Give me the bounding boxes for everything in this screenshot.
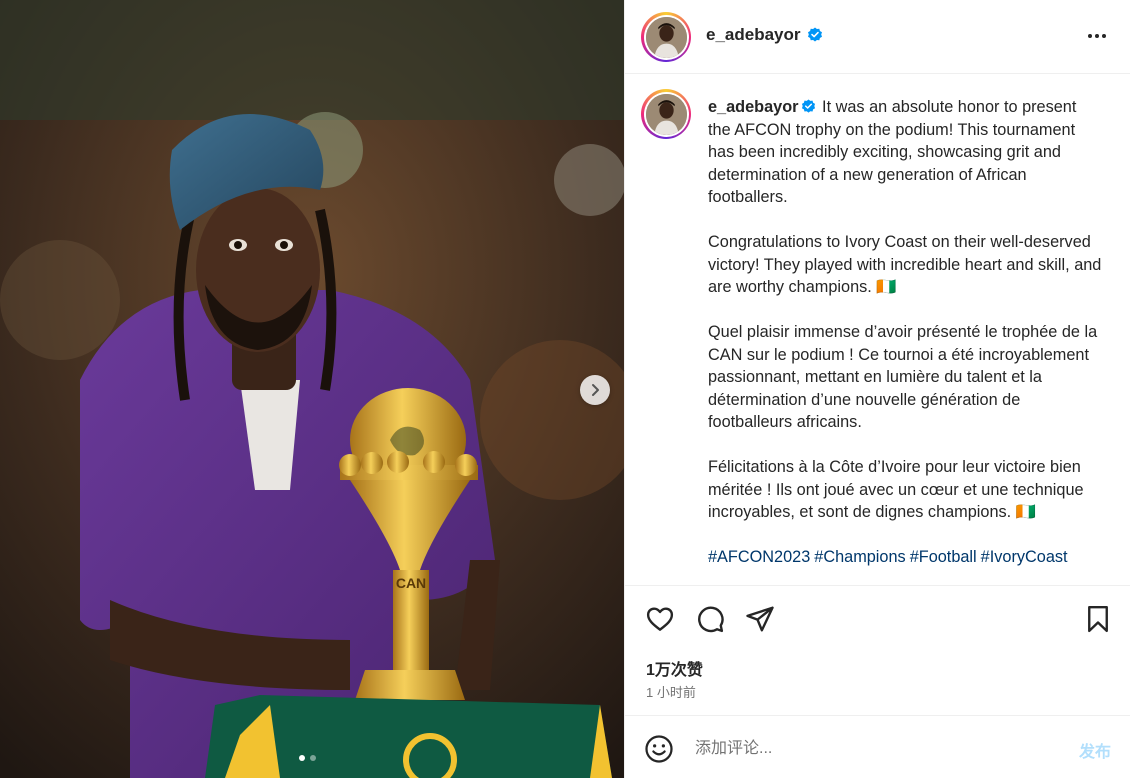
hashtag-list: #AFCON2023 #Champions #Football #IvoryCoast <box>708 546 1103 569</box>
like-count[interactable]: 1万次赞 <box>646 656 703 680</box>
caption-text: e_adebayor It was an absolute honor to p… <box>708 96 1103 569</box>
header-avatar[interactable] <box>641 12 691 62</box>
post-header: e_adebayor <box>625 0 1130 74</box>
bookmark-icon[interactable] <box>1083 604 1113 634</box>
paper-plane-icon[interactable] <box>745 604 775 634</box>
hashtag-link[interactable]: #Football <box>910 548 977 566</box>
caption-paragraph-4: Félicitations à la Côte d’Ivoire pour le… <box>708 458 1089 521</box>
carousel-dot-active <box>299 755 305 761</box>
avatar-photo <box>645 93 687 135</box>
trophy-engraving: CAN <box>396 575 426 591</box>
post-media: CAN <box>0 0 624 778</box>
heart-icon[interactable] <box>645 604 675 634</box>
post-photo: CAN <box>0 0 624 778</box>
carousel-next-button[interactable] <box>580 375 610 405</box>
post-comment-button[interactable]: 发布 <box>1079 738 1111 762</box>
post-side-panel: e_adebayor e_adebayor It was an absolute… <box>624 0 1130 778</box>
caption-paragraph-1: e_adebayor It was an absolute honor to p… <box>708 96 1103 209</box>
comment-input[interactable] <box>695 736 1055 762</box>
avatar-photo <box>645 16 687 58</box>
hashtag-link[interactable]: #IvoryCoast <box>981 548 1068 566</box>
caption-paragraph-3: Quel plaisir immense d’avoir présenté le… <box>708 323 1102 431</box>
caption-avatar[interactable] <box>641 89 691 139</box>
post-timestamp[interactable]: 1 小时前 <box>646 682 696 701</box>
hashtag-link[interactable]: #Champions <box>814 548 905 566</box>
caption-paragraph-2: Congratulations to Ivory Coast on their … <box>708 233 1106 296</box>
post-actions: 1万次赞 1 小时前 <box>625 585 1130 715</box>
header-username-text[interactable]: e_adebayor <box>706 25 801 45</box>
caption-section: e_adebayor It was an absolute honor to p… <box>625 75 1130 585</box>
more-options-button[interactable] <box>1085 24 1109 48</box>
comment-bar: 发布 <box>625 715 1130 778</box>
chevron-right-icon <box>592 384 599 396</box>
comment-bubble-icon[interactable] <box>695 604 725 634</box>
smiley-face-icon[interactable] <box>644 734 674 764</box>
carousel-dot <box>310 755 316 761</box>
verified-badge-icon <box>801 99 815 113</box>
carousel-indicator <box>299 755 316 761</box>
more-horizontal-icon <box>1088 34 1106 38</box>
caption-username[interactable]: e_adebayor <box>708 98 799 116</box>
verified-badge-icon <box>807 27 822 42</box>
header-username[interactable]: e_adebayor <box>706 25 823 45</box>
hashtag-link[interactable]: #AFCON2023 <box>708 548 810 566</box>
